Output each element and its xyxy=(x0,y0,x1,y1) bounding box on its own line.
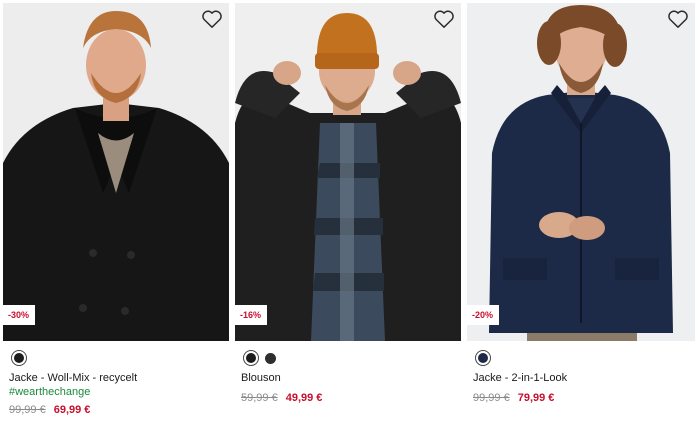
discount-badge: -20% xyxy=(467,305,500,325)
wishlist-heart-icon[interactable] xyxy=(433,9,455,29)
original-price: 59,99 € xyxy=(241,392,278,404)
model-photo xyxy=(235,3,461,341)
model-photo xyxy=(3,3,229,341)
product-card[interactable]: -16% Blouson 59,99 € 49,99 € xyxy=(235,3,461,405)
color-swatches xyxy=(475,350,695,366)
price-row: 59,99 € 49,99 € xyxy=(241,391,461,405)
product-name[interactable]: Jacke - Woll-Mix - recycelt xyxy=(9,371,229,385)
discount-badge: -16% xyxy=(235,305,268,325)
product-card[interactable]: -30% Jacke - Woll-Mix - recycelt #wearth… xyxy=(3,3,229,417)
product-name[interactable]: Jacke - 2-in-1-Look xyxy=(473,371,695,385)
wishlist-heart-icon[interactable] xyxy=(667,9,689,29)
color-swatches xyxy=(11,350,229,366)
color-swatch-black[interactable] xyxy=(243,350,259,366)
price-row: 99,99 € 79,99 € xyxy=(473,391,695,405)
color-swatch-dark-gray[interactable] xyxy=(264,352,276,364)
color-swatch-navy[interactable] xyxy=(475,350,491,366)
original-price: 99,99 € xyxy=(473,392,510,404)
product-card[interactable]: -20% Jacke - 2-in-1-Look 99,99 € 79,99 € xyxy=(467,3,695,405)
model-photo xyxy=(467,3,695,341)
product-image[interactable]: -16% xyxy=(235,3,461,341)
color-swatch-black[interactable] xyxy=(11,350,27,366)
discount-badge: -30% xyxy=(3,305,36,325)
product-name[interactable]: Blouson xyxy=(241,371,461,385)
sustainability-hashtag: #wearthechange xyxy=(9,386,91,398)
product-image[interactable]: -30% xyxy=(3,3,229,341)
product-image[interactable]: -20% xyxy=(467,3,695,341)
sale-price: 49,99 € xyxy=(285,392,323,404)
sale-price: 69,99 € xyxy=(53,404,91,416)
color-swatches xyxy=(243,350,461,366)
product-grid: -30% Jacke - Woll-Mix - recycelt #wearth… xyxy=(0,0,700,421)
wishlist-heart-icon[interactable] xyxy=(201,9,223,29)
original-price: 99,99 € xyxy=(9,404,46,416)
sale-price: 79,99 € xyxy=(517,392,555,404)
price-row: 99,99 € 69,99 € xyxy=(9,403,229,417)
